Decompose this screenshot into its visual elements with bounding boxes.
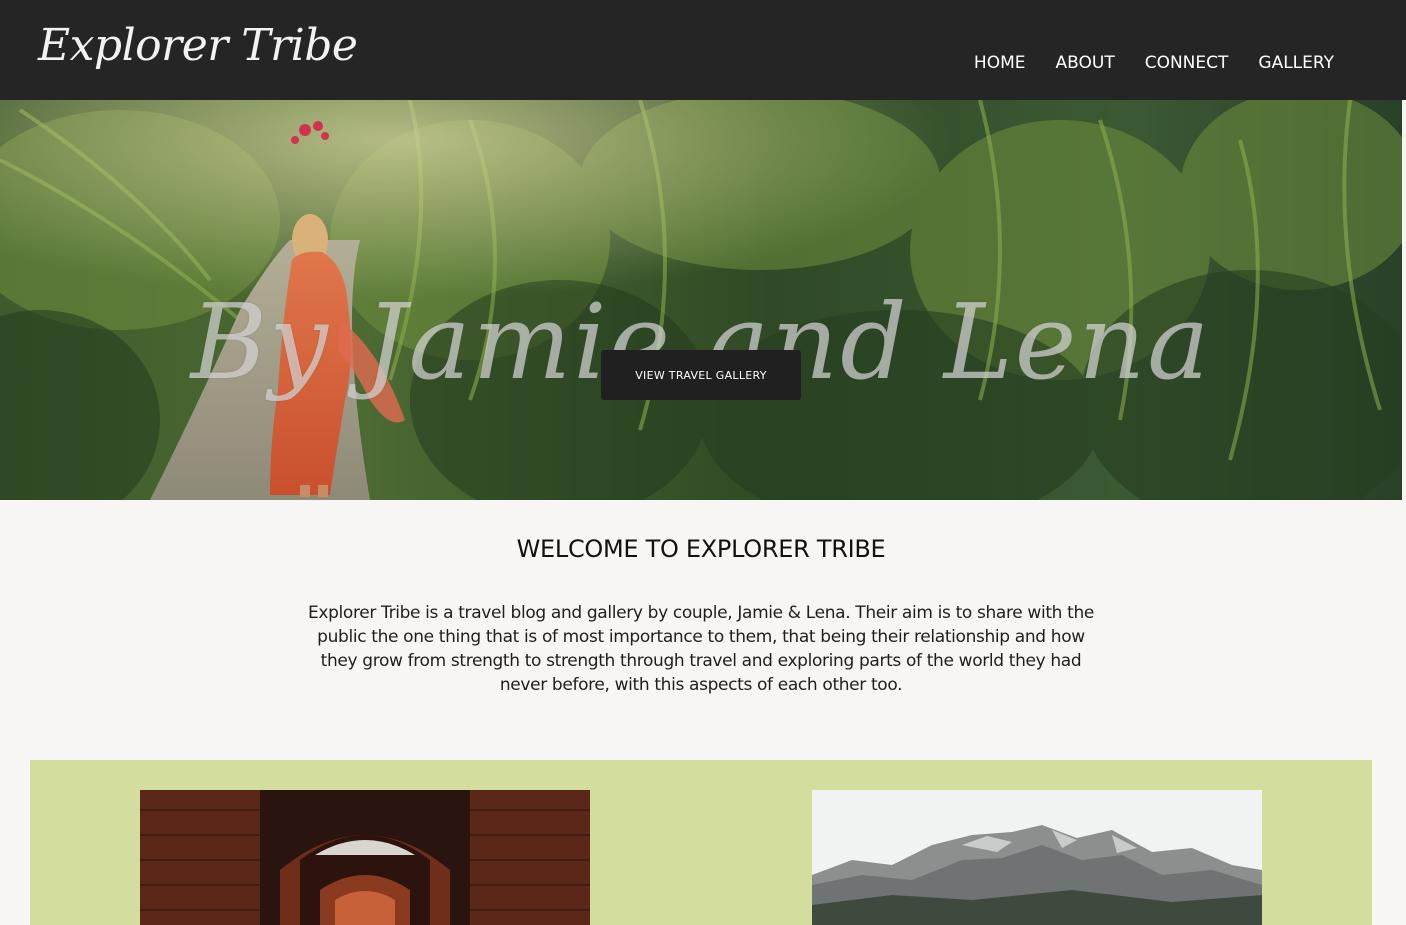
site-logo[interactable]: Explorer Tribe bbox=[38, 24, 358, 68]
hero-banner: By Jamie and Lena VIEW TRAVEL GALLERY bbox=[0, 100, 1402, 500]
nav-about[interactable]: ABOUT bbox=[1056, 53, 1115, 73]
view-travel-gallery-button[interactable]: VIEW TRAVEL GALLERY bbox=[601, 350, 801, 400]
nav-gallery[interactable]: GALLERY bbox=[1258, 53, 1334, 73]
site-header: Explorer Tribe HOME ABOUT CONNECT GALLER… bbox=[0, 0, 1406, 100]
nav-connect[interactable]: CONNECT bbox=[1145, 53, 1229, 73]
welcome-heading: WELCOME TO EXPLORER TRIBE bbox=[516, 535, 886, 563]
intro-paragraph: Explorer Tribe is a travel blog and gall… bbox=[308, 603, 1094, 695]
main-nav: HOME ABOUT CONNECT GALLERY bbox=[974, 53, 1334, 73]
gallery-image-archway[interactable] bbox=[140, 790, 590, 925]
gallery-image-mountain[interactable] bbox=[812, 790, 1262, 925]
nav-home[interactable]: HOME bbox=[974, 53, 1026, 73]
